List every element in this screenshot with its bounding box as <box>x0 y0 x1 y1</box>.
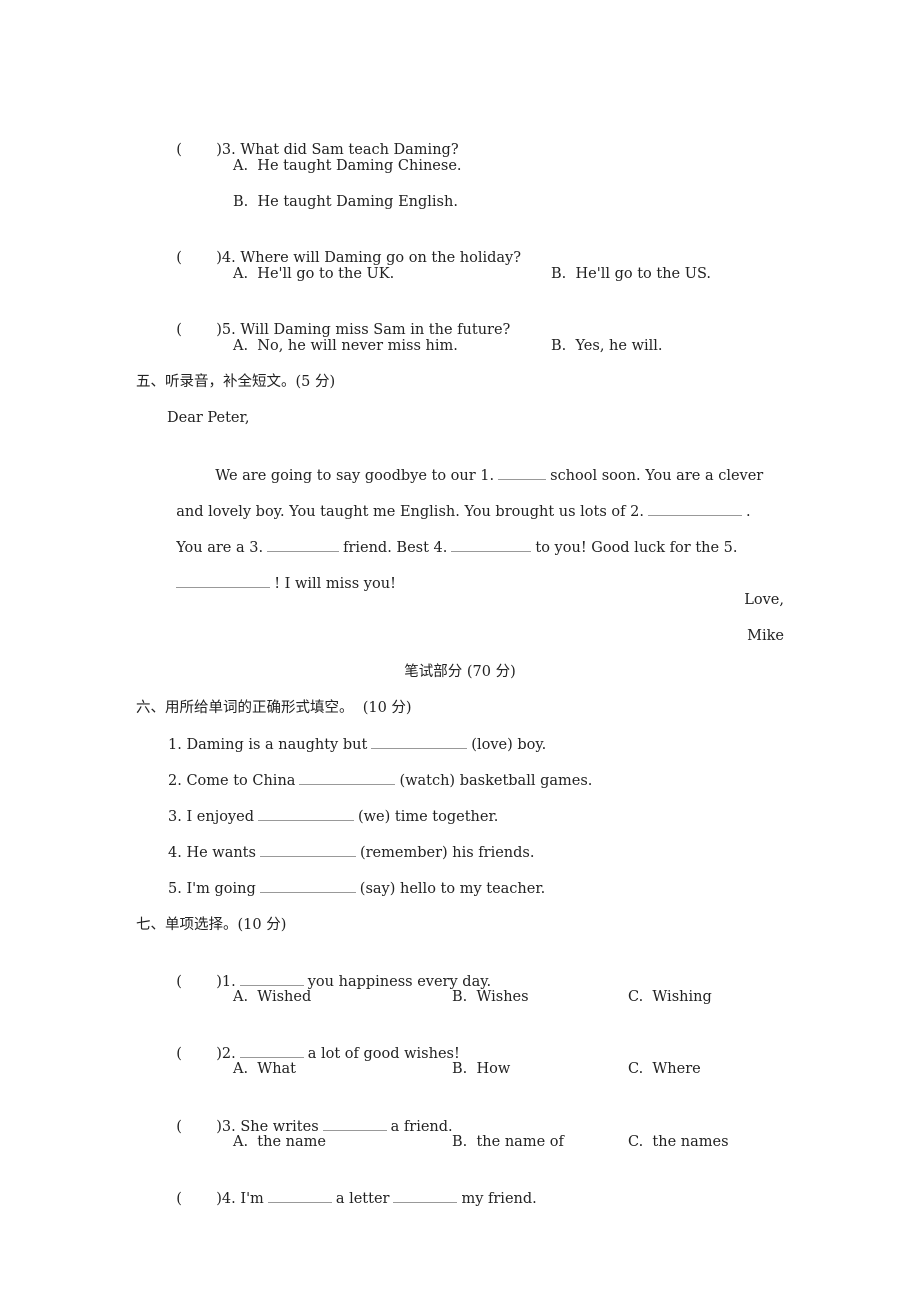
blank-1[interactable] <box>498 465 547 480</box>
option-c: C. Wishing <box>628 989 712 1005</box>
answer-paren[interactable]: ( <box>176 1117 216 1137</box>
blank-4[interactable] <box>451 537 532 552</box>
answer-paren[interactable]: ( <box>176 320 216 340</box>
letter-line-2: and lovely boy. You taught me English. Y… <box>167 481 750 522</box>
blank[interactable] <box>257 806 354 821</box>
answer-paren[interactable]: ( <box>176 972 216 992</box>
question-5: ()5. Will Daming miss Sam in the future? <box>176 320 511 340</box>
question-3: ()3. What did Sam teach Daming? <box>176 140 459 160</box>
fill-item-3: 3. I enjoyed (we) time together. <box>168 806 498 827</box>
option-a: A. He'll go to the UK. <box>233 266 395 282</box>
blank[interactable] <box>239 971 304 986</box>
option-b: B. Yes, he will. <box>551 338 663 354</box>
option-a: A. No, he will never miss him. <box>233 338 458 354</box>
option-b: B. the name of <box>452 1134 564 1150</box>
fill-item-4: 4. He wants (remember) his friends. <box>168 842 534 863</box>
blank[interactable] <box>299 770 396 785</box>
choice-question-4: ()4. I'm a letter my friend. <box>167 1168 537 1209</box>
letter-line-4: ! I will miss you! <box>167 553 396 594</box>
option-a: A. Wished <box>233 989 312 1005</box>
written-part-title: 笔试部分 (70 分) <box>404 664 516 680</box>
blank[interactable] <box>267 1188 332 1203</box>
question-4: ()4. Where will Daming go on the holiday… <box>176 248 521 268</box>
answer-paren[interactable]: ( <box>176 1189 216 1209</box>
fill-item-2: 2. Come to China (watch) basketball games… <box>168 770 592 791</box>
answer-paren[interactable]: ( <box>176 1044 216 1064</box>
option-c: C. Where <box>628 1061 701 1077</box>
option-a: A. the name <box>233 1134 326 1150</box>
letter-closing: Love, <box>744 592 784 608</box>
choice-question-1: ()1. you happiness every day. <box>167 951 491 992</box>
blank[interactable] <box>239 1043 304 1058</box>
blank-3[interactable] <box>267 537 340 552</box>
section-5-title: 五、听录音，补全短文。(5 分) <box>136 374 336 390</box>
letter-greeting: Dear Peter, <box>167 410 250 426</box>
option-b: B. He taught Daming English. <box>233 194 458 210</box>
option-b: B. How <box>452 1061 511 1077</box>
letter-signature: Mike <box>747 628 784 644</box>
option-a: A. He taught Daming Chinese. <box>233 158 462 174</box>
choice-question-3: ()3. She writes a friend. <box>167 1096 452 1137</box>
option-c: C. the names <box>628 1134 729 1150</box>
blank[interactable] <box>371 734 468 749</box>
blank[interactable] <box>393 1188 458 1203</box>
fill-item-5: 5. I'm going (say) hello to my teacher. <box>168 878 545 899</box>
letter-line-1: We are going to say goodbye to our 1. sch… <box>206 445 763 486</box>
blank[interactable] <box>259 878 356 893</box>
blank-2[interactable] <box>647 501 742 516</box>
fill-item-1: 1. Daming is a naughty but (love) boy. <box>168 734 546 755</box>
section-6-title: 六、用所给单词的正确形式填空。 (10 分) <box>136 700 412 716</box>
section-7-title: 七、单项选择。(10 分) <box>136 917 287 933</box>
answer-paren[interactable]: ( <box>176 248 216 268</box>
option-b: B. He'll go to the US. <box>551 266 711 282</box>
option-b: B. Wishes <box>452 989 529 1005</box>
blank[interactable] <box>322 1116 387 1131</box>
option-a: A. What <box>233 1061 297 1077</box>
blank[interactable] <box>259 842 356 857</box>
choice-question-2: ()2. a lot of good wishes! <box>167 1023 460 1064</box>
letter-line-3: You are a 3. friend. Best 4. to you! Good … <box>167 517 737 558</box>
blank-5[interactable] <box>176 573 271 588</box>
answer-paren[interactable]: ( <box>176 140 216 160</box>
